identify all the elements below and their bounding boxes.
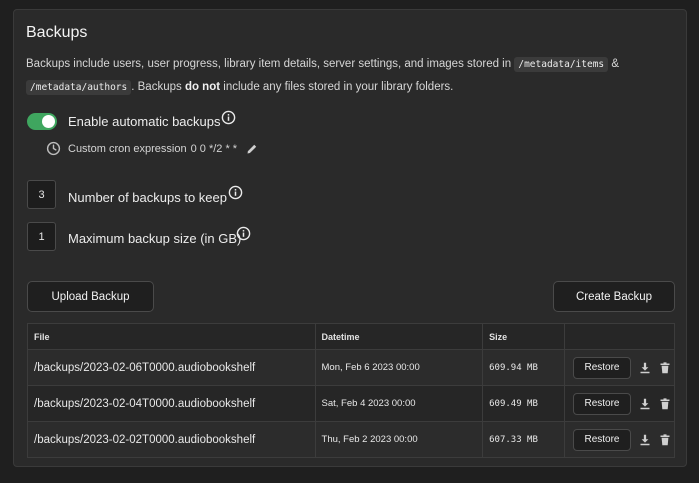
header-datetime: Datetime bbox=[315, 323, 484, 350]
restore-button[interactable]: Restore bbox=[572, 392, 631, 415]
info-icon[interactable] bbox=[236, 226, 251, 241]
auto-backup-label: Enable automatic backups bbox=[68, 114, 221, 129]
row-file: /backups/2023-02-06T0000.audiobookshelf bbox=[27, 349, 316, 386]
pencil-icon[interactable] bbox=[246, 143, 258, 155]
row-size: 609.49 MB bbox=[482, 385, 565, 422]
cron-value: 0 0 */2 * * bbox=[190, 142, 238, 155]
download-icon[interactable] bbox=[639, 362, 651, 374]
upload-backup-button[interactable]: Upload Backup bbox=[27, 281, 154, 312]
code-metadata-authors: /metadata/authors bbox=[26, 80, 132, 95]
table-row: /backups/2023-02-02T0000.audiobookshelf … bbox=[27, 421, 675, 458]
header-size: Size bbox=[482, 323, 565, 350]
download-icon[interactable] bbox=[639, 398, 651, 410]
code-metadata-items: /metadata/items bbox=[514, 57, 609, 72]
max-backup-size-label: Maximum backup size (in GB) bbox=[68, 231, 242, 246]
backups-table: File Datetime Size /backups/2023-02-06T0… bbox=[27, 323, 675, 458]
trash-icon[interactable] bbox=[659, 361, 671, 374]
row-file: /backups/2023-02-04T0000.audiobookshelf bbox=[27, 385, 316, 422]
toggle-knob bbox=[42, 115, 55, 128]
clock-icon bbox=[46, 141, 61, 156]
row-actions: Restore bbox=[564, 349, 675, 386]
trash-icon[interactable] bbox=[659, 433, 671, 446]
row-actions: Restore bbox=[564, 421, 675, 458]
trash-icon[interactable] bbox=[659, 397, 671, 410]
section-description: Backups include users, user progress, li… bbox=[26, 53, 666, 99]
section-title: Backups bbox=[26, 24, 88, 41]
info-icon[interactable] bbox=[221, 110, 236, 125]
cron-expression-row: Custom cron expression 0 0 */2 * * bbox=[46, 141, 258, 156]
table-row: /backups/2023-02-04T0000.audiobookshelf … bbox=[27, 385, 675, 422]
backups-to-keep-label: Number of backups to keep bbox=[68, 190, 227, 205]
row-actions: Restore bbox=[564, 385, 675, 422]
auto-backup-toggle[interactable] bbox=[27, 113, 57, 130]
row-file: /backups/2023-02-02T0000.audiobookshelf bbox=[27, 421, 316, 458]
cron-label: Custom cron expression bbox=[68, 142, 187, 155]
backups-to-keep-input[interactable]: 3 bbox=[27, 180, 56, 209]
row-size: 609.94 MB bbox=[482, 349, 565, 386]
row-datetime: Sat, Feb 4 2023 00:00 bbox=[315, 385, 484, 422]
table-row: /backups/2023-02-06T0000.audiobookshelf … bbox=[27, 349, 675, 386]
row-datetime: Mon, Feb 6 2023 00:00 bbox=[315, 349, 484, 386]
download-icon[interactable] bbox=[639, 434, 651, 446]
header-file: File bbox=[27, 323, 316, 350]
info-icon[interactable] bbox=[228, 185, 243, 200]
table-header-row: File Datetime Size bbox=[27, 323, 675, 350]
restore-button[interactable]: Restore bbox=[572, 428, 631, 451]
restore-button[interactable]: Restore bbox=[572, 356, 631, 379]
row-datetime: Thu, Feb 2 2023 00:00 bbox=[315, 421, 484, 458]
header-actions bbox=[564, 323, 675, 350]
max-backup-size-input[interactable]: 1 bbox=[27, 222, 56, 251]
desc-text-3: include any files stored in your library… bbox=[223, 81, 454, 93]
backups-panel: Backups Backups include users, user prog… bbox=[13, 9, 687, 467]
desc-text-2: . Backups bbox=[131, 81, 182, 93]
row-size: 607.33 MB bbox=[482, 421, 565, 458]
desc-bold: do not bbox=[184, 81, 221, 93]
create-backup-button[interactable]: Create Backup bbox=[553, 281, 675, 312]
desc-amp: & bbox=[611, 58, 620, 70]
desc-text-1: Backups include users, user progress, li… bbox=[26, 58, 512, 70]
